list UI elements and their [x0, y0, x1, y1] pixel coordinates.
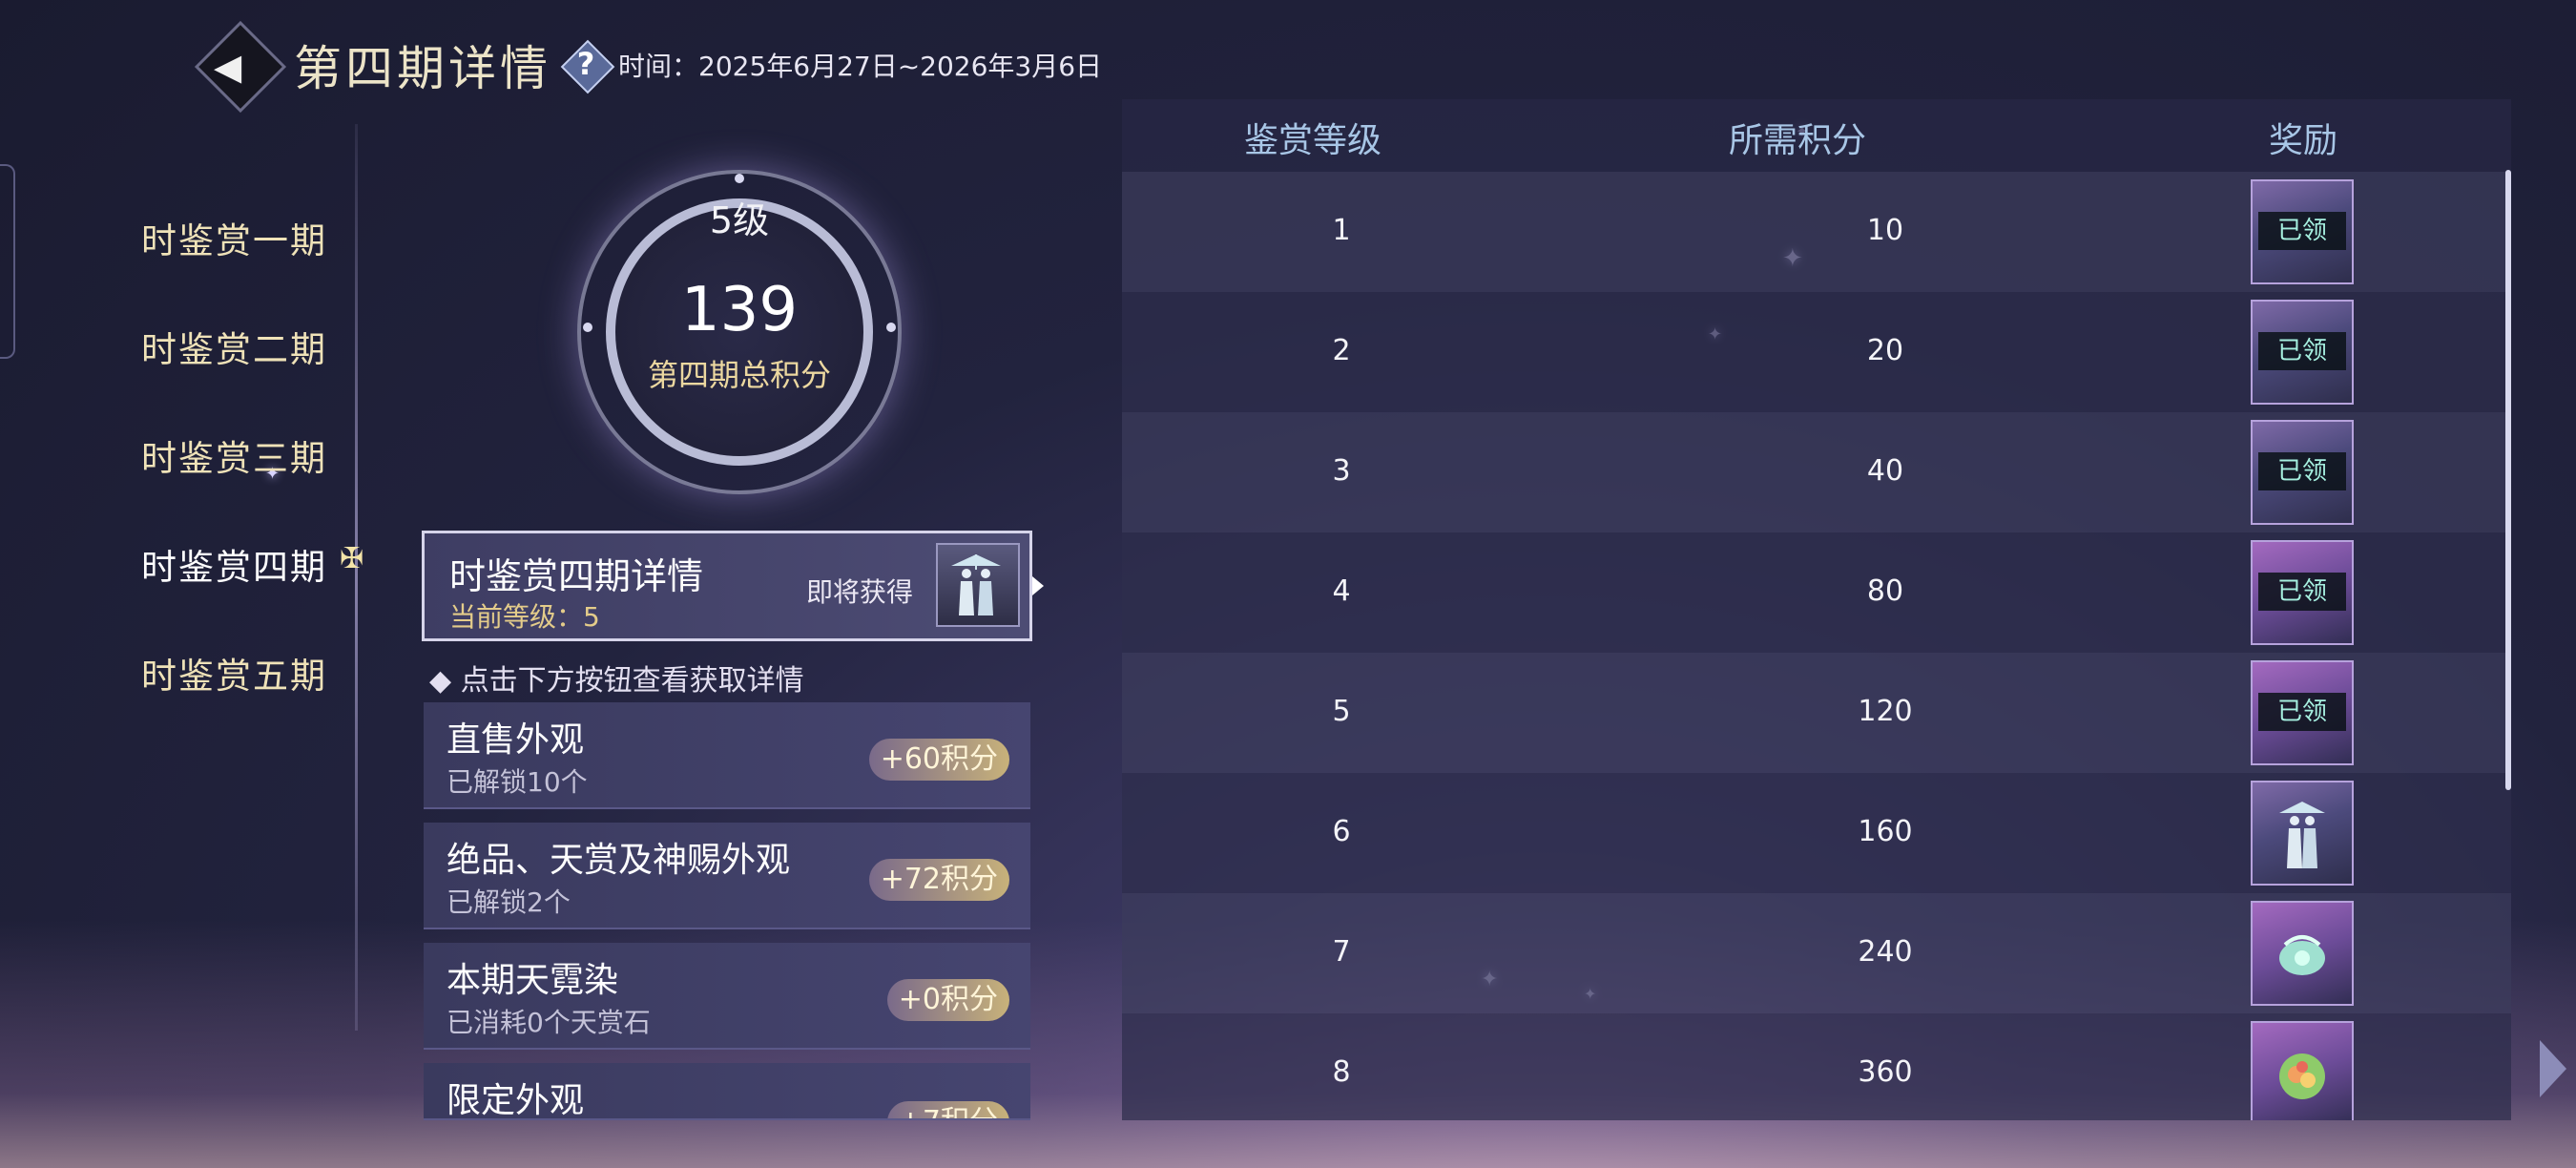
source-card-premium[interactable]: 绝品、天赏及神赐外观 已解锁2个 +72积分 [424, 823, 1030, 929]
row-points: 360 [1858, 1055, 1913, 1089]
header-points: 所需积分 [1729, 121, 1867, 160]
claimed-badge: 已领 [2258, 573, 2346, 611]
claimed-badge: 已领 [2258, 212, 2346, 250]
source-points-badge: +0积分 [886, 979, 1009, 1021]
reward-item[interactable] [2251, 1021, 2354, 1120]
source-card-limited[interactable]: 限定外观 +7积分 [424, 1063, 1030, 1120]
hint-text: ◆ 点击下方按钮查看获取详情 [429, 664, 804, 698]
claimed-badge: 已领 [2258, 693, 2346, 731]
reward-item[interactable]: 已领 [2251, 540, 2354, 645]
table-scrollbar[interactable] [2505, 170, 2511, 790]
nav-divider [355, 124, 358, 1031]
source-subtitle: 已解锁2个 [447, 886, 571, 918]
claimed-badge: 已领 [2258, 332, 2346, 370]
table-row: 5 120 已领 [1122, 653, 2511, 773]
detail-caret-icon [1032, 576, 1044, 595]
current-level-label: 5级 [709, 199, 770, 241]
table-row: 8 360 [1122, 1013, 2511, 1120]
nav-item-period-2[interactable]: 时鉴赏二期 [141, 321, 327, 372]
page-title: 第四期详情 [294, 41, 551, 96]
source-subtitle: 已解锁10个 [447, 766, 588, 798]
row-level: 1 [1332, 214, 1351, 247]
row-level: 2 [1332, 334, 1351, 367]
reward-table: 鉴赏等级 所需积分 奖励 1 10 已领 2 20 已领 3 40 已领 4 8… [1122, 99, 2511, 1120]
table-row: 1 10 已领 [1122, 172, 2511, 292]
row-points: 40 [1866, 454, 1904, 488]
jade-ornament-icon [2279, 935, 2325, 975]
row-points: 240 [1858, 935, 1913, 969]
shuriken-icon: ✠ [340, 542, 364, 575]
table-row: 2 20 已领 [1122, 292, 2511, 412]
back-button[interactable]: ◀ [191, 17, 287, 114]
reward-item[interactable]: 已领 [2251, 660, 2354, 765]
row-level: 4 [1332, 574, 1351, 608]
score-ring: 5级 139 第四期总积分 [577, 170, 902, 494]
table-header: 鉴赏等级 所需积分 奖励 [1122, 99, 2511, 172]
row-points: 20 [1866, 334, 1904, 367]
question-mark-icon[interactable]: ? [560, 39, 615, 94]
nav-item-period-3[interactable]: 时鉴赏三期 [141, 429, 327, 481]
source-points-badge: +7积分 [886, 1101, 1009, 1118]
row-points: 80 [1866, 574, 1904, 608]
row-level: 5 [1332, 695, 1351, 728]
ring-dot [735, 174, 744, 183]
source-title: 绝品、天赏及神赐外观 [447, 841, 791, 880]
reward-item[interactable]: 已领 [2251, 300, 2354, 405]
nav-item-period-1[interactable]: 时鉴赏一期 [141, 212, 327, 263]
period-text: 时间：2025年6月27日~2026年3月6日 [618, 51, 1103, 82]
source-title: 直售外观 [447, 720, 585, 760]
detail-card-title: 时鉴赏四期详情 [449, 555, 704, 597]
reward-item[interactable] [2251, 781, 2354, 886]
source-title: 限定外观 [447, 1081, 585, 1120]
header-reward: 奖励 [2269, 121, 2338, 160]
source-points-badge: +72积分 [868, 859, 1009, 901]
table-row: 4 80 已领 [1122, 532, 2511, 653]
upcoming-reward-label: 即将获得 [806, 576, 914, 608]
row-points: 160 [1858, 815, 1913, 848]
source-title: 本期天霓染 [447, 961, 619, 1000]
table-row: 6 160 [1122, 773, 2511, 893]
fruit-basket-icon [2279, 1053, 2325, 1099]
row-level: 3 [1332, 454, 1351, 488]
reward-item[interactable]: 已领 [2251, 420, 2354, 525]
total-score-label: 第四期总积分 [647, 357, 831, 393]
period-detail-card[interactable]: 时鉴赏四期详情 当前等级：5 即将获得 [422, 531, 1032, 641]
row-level: 6 [1332, 815, 1351, 848]
claimed-badge: 已领 [2258, 452, 2346, 490]
row-level: 7 [1332, 935, 1351, 969]
row-points: 120 [1858, 695, 1913, 728]
nav-item-period-4[interactable]: 时鉴赏四期 [141, 538, 327, 590]
total-score: 139 [680, 275, 799, 345]
table-row: 7 240 [1122, 893, 2511, 1013]
reward-item[interactable]: 已领 [2251, 179, 2354, 284]
page-header: ◀ 第四期详情 ? 时间：2025年6月27日~2026年3月6日 [191, 20, 1103, 114]
upcoming-reward-thumbnail[interactable] [936, 543, 1020, 627]
source-subtitle: 已消耗0个天赏石 [447, 1007, 651, 1038]
side-pull-tab[interactable] [0, 164, 15, 359]
table-row: 3 40 已领 [1122, 412, 2511, 532]
row-points: 10 [1866, 214, 1904, 247]
source-card-direct-sale[interactable]: 直售外观 已解锁10个 +60积分 [424, 702, 1030, 809]
character-figures-icon [2279, 802, 2325, 868]
next-page-arrow-icon[interactable] [2540, 1040, 2566, 1097]
source-card-dye[interactable]: 本期天霓染 已消耗0个天赏石 +0积分 [424, 943, 1030, 1050]
detail-current-level: 当前等级：5 [449, 601, 600, 633]
nav-item-period-5[interactable]: 时鉴赏五期 [141, 647, 327, 699]
header-level: 鉴赏等级 [1244, 121, 1382, 160]
character-figures-icon [951, 554, 1001, 615]
row-level: 8 [1332, 1055, 1351, 1089]
reward-item[interactable] [2251, 901, 2354, 1006]
back-arrow-icon: ◀ [214, 46, 242, 88]
source-points-badge: +60积分 [868, 739, 1009, 781]
